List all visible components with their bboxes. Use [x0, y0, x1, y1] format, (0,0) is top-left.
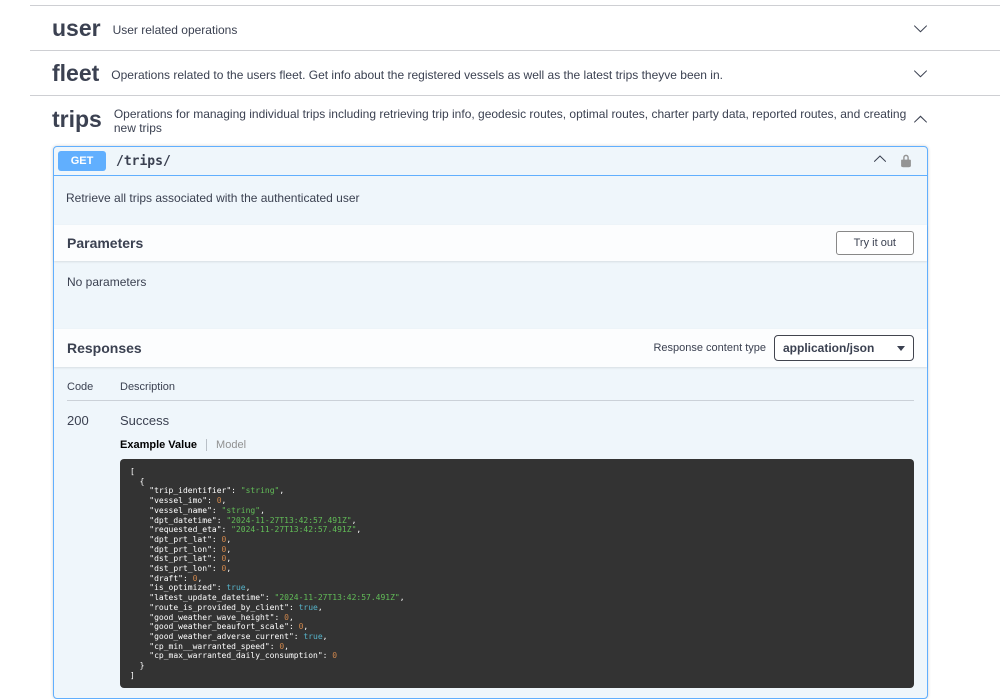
tag-description-fleet: Operations related to the users fleet. G…	[111, 68, 723, 82]
response-code: 200	[67, 413, 89, 428]
response-content-type-select[interactable]: application/json	[774, 335, 914, 361]
tag-description-trips: Operations for managing individual trips…	[113, 107, 907, 135]
chevron-up-icon[interactable]	[913, 112, 928, 127]
responses-table-header: Code Description	[67, 381, 914, 401]
parameters-title: Parameters	[67, 235, 144, 251]
description-column-header: Description	[120, 381, 176, 393]
response-content-type-value: application/json	[783, 341, 875, 355]
operation-description: Retrieve all trips associated with the a…	[66, 191, 360, 205]
summary-controls	[873, 152, 923, 171]
tag-description-user: User related operations	[112, 23, 238, 37]
tag-section-user: user User related operations	[30, 6, 1000, 51]
swagger-api-list: user User related operations fleet Opera…	[30, 5, 1000, 699]
example-model-tabs: Example Value Model	[120, 439, 914, 451]
tag-header-trips[interactable]: trips Operations for managing individual…	[30, 96, 1000, 142]
tag-header-fleet[interactable]: fleet Operations related to the users fl…	[30, 51, 1000, 95]
tab-model[interactable]: Model	[207, 439, 246, 451]
parameters-header: Parameters Try it out	[54, 225, 927, 261]
example-json-code: [ { "trip_identifier": "string", "vessel…	[120, 459, 914, 689]
tag-name-fleet: fleet	[52, 60, 100, 86]
chevron-down-icon[interactable]	[913, 21, 928, 36]
responses-header: Responses Response content type applicat…	[54, 329, 927, 367]
response-row-200: 200 Success Example Value Model [ { "tri…	[67, 401, 914, 689]
response-content-type-group: Response content type application/json	[653, 335, 914, 361]
tab-example-value[interactable]: Example Value	[120, 439, 208, 451]
chevron-down-icon[interactable]	[913, 66, 928, 81]
select-caret-icon	[897, 345, 905, 351]
response-description-cell: Success Example Value Model [ { "trip_id…	[120, 413, 914, 689]
collapse-arrow-icon[interactable]	[873, 152, 887, 171]
response-description: Success	[120, 413, 170, 428]
opblock-get-trips: GET /trips/ Retrieve all trips associate…	[53, 146, 928, 699]
http-method-badge: GET	[58, 151, 106, 171]
opblock-summary[interactable]: GET /trips/	[54, 147, 927, 176]
try-it-out-button[interactable]: Try it out	[835, 231, 914, 255]
endpoint-path: /trips/	[116, 153, 171, 169]
auth-lock-icon[interactable]	[899, 154, 913, 168]
responses-body: Code Description 200 Success Example Val…	[54, 367, 927, 698]
tag-name-trips: trips	[52, 106, 102, 132]
code-column-header: Code	[67, 381, 94, 393]
no-parameters-message: No parameters	[67, 275, 147, 289]
tag-section-fleet: fleet Operations related to the users fl…	[30, 51, 1000, 96]
response-content-type-label: Response content type	[653, 342, 766, 354]
tag-header-user[interactable]: user User related operations	[30, 6, 1000, 50]
responses-title: Responses	[67, 340, 142, 356]
tag-name-user: user	[52, 15, 101, 41]
tag-section-trips: trips Operations for managing individual…	[30, 96, 1000, 699]
